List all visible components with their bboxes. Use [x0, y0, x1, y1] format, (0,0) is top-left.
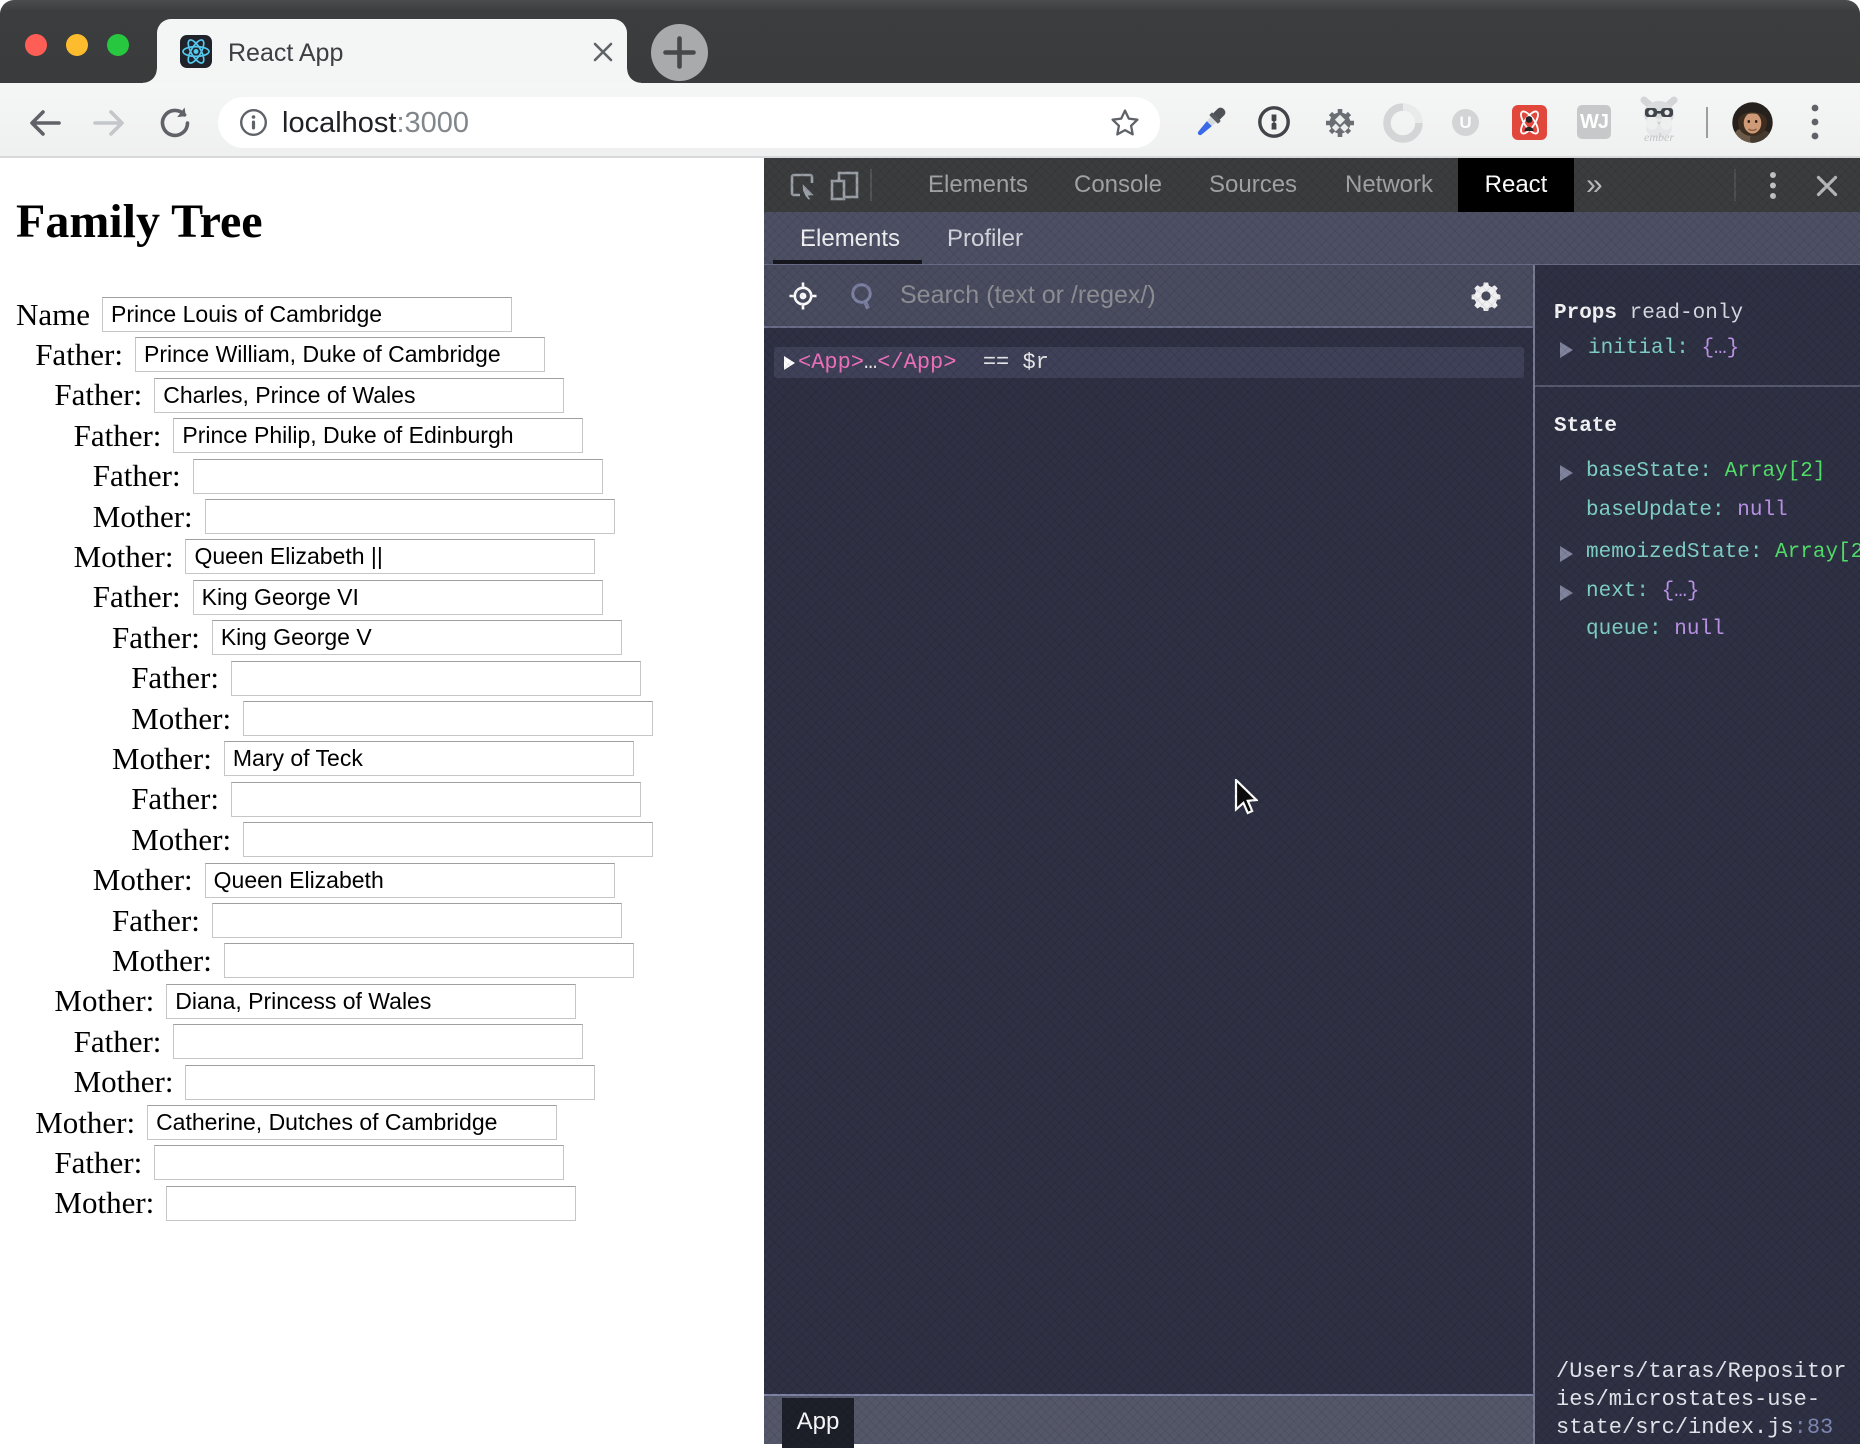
svg-text:ember: ember [1644, 130, 1674, 144]
